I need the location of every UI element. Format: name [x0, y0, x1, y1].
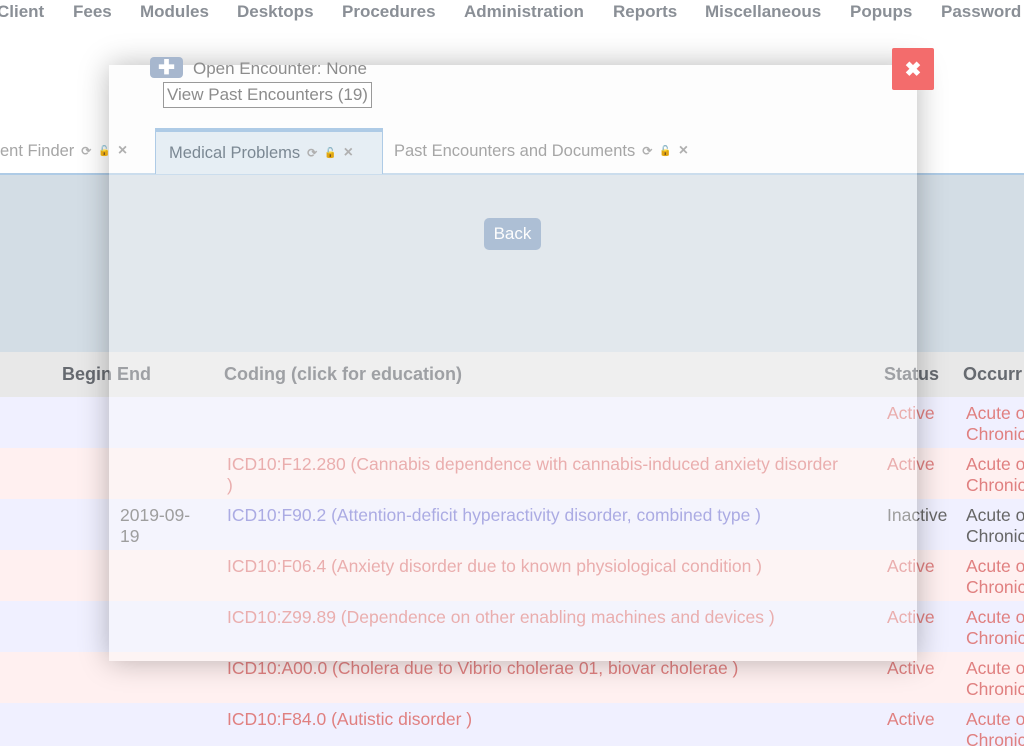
occurrence-value: Acute o Chronic [966, 505, 1024, 546]
unlock-icon[interactable]: 🔓 [324, 148, 336, 159]
table-row[interactable]: ICD10:F84.0 (Autistic disorder ) Active … [0, 703, 1024, 750]
close-dialog-button[interactable]: ✖ [892, 48, 934, 90]
menu-procedures[interactable]: Procedures [342, 2, 436, 22]
add-encounter-button[interactable]: ✚ [150, 57, 183, 78]
close-icon[interactable]: × [118, 142, 127, 160]
menu-miscellaneous[interactable]: Miscellaneous [705, 2, 821, 22]
close-icon: ✖ [904, 58, 922, 81]
tab-patient-finder[interactable]: ent Finder ⟳ 🔓 × [0, 128, 155, 174]
refresh-icon[interactable]: ⟳ [307, 146, 317, 160]
close-icon[interactable]: × [679, 142, 688, 160]
menu-administration[interactable]: Administration [464, 2, 584, 22]
occurrence-value: Acute o Chronic [966, 556, 1024, 597]
col-occurrence: Occurr [963, 364, 1023, 384]
diagnosis-code-link[interactable]: ICD10:F84.0 (Autistic disorder ) [227, 709, 847, 730]
menu-reports[interactable]: Reports [613, 2, 677, 22]
view-past-encounters-button[interactable]: View Past Encounters (19) [163, 82, 372, 108]
refresh-icon[interactable]: ⟳ [642, 144, 652, 158]
top-menu-bar: Client Fees Modules Desktops Procedures … [0, 0, 1024, 24]
tab-past-encounters[interactable]: Past Encounters and Documents ⟳ 🔓 × [394, 128, 724, 174]
menu-password[interactable]: Password [941, 2, 1021, 22]
menu-modules[interactable]: Modules [140, 2, 209, 22]
occurrence-value: Acute o Chronic [966, 454, 1024, 495]
close-icon[interactable]: × [344, 144, 353, 162]
tab-medical-problems[interactable]: Medical Problems ⟳ 🔓 × [155, 128, 383, 174]
open-encounter-label: Open Encounter: None [193, 59, 367, 78]
menu-client[interactable]: Client [0, 2, 44, 22]
tab-label: Medical Problems [169, 143, 301, 162]
menu-desktops[interactable]: Desktops [237, 2, 314, 22]
refresh-icon[interactable]: ⟳ [81, 144, 91, 158]
occurrence-value: Acute o Chronic [966, 709, 1024, 750]
unlock-icon[interactable]: 🔓 [98, 146, 110, 157]
unlock-icon[interactable]: 🔓 [659, 146, 671, 157]
menu-fees[interactable]: Fees [73, 2, 112, 22]
tab-label: Past Encounters and Documents [394, 141, 636, 160]
occurrence-value: Acute o Chronic [966, 403, 1024, 444]
occurrence-value: Acute o Chronic [966, 607, 1024, 648]
menu-popups[interactable]: Popups [850, 2, 912, 22]
occurrence-value: Acute o Chronic [966, 658, 1024, 699]
tab-label: ent Finder [0, 141, 75, 160]
diagnosis-code-link[interactable]: ICD10:A00.0 (Cholera due to Vibrio chole… [227, 658, 847, 679]
status-value: Active [887, 709, 935, 729]
status-value: Active [887, 658, 935, 678]
